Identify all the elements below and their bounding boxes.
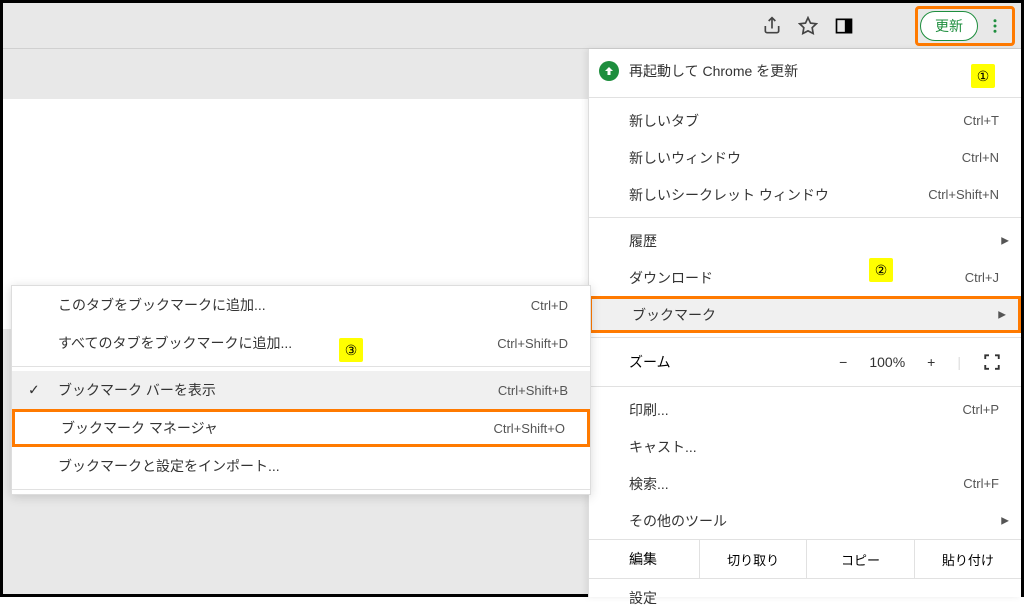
zoom-controls: − 100% + | <box>839 353 1021 371</box>
panel-icon[interactable] <box>833 15 855 37</box>
menu-settings[interactable]: 設定 <box>589 579 1021 616</box>
update-and-more-highlight: 更新 <box>915 6 1015 46</box>
menu-label: 新しいウィンドウ <box>629 148 962 168</box>
edit-paste-button[interactable]: 貼り付け <box>914 540 1021 578</box>
menu-label: 印刷... <box>629 400 963 420</box>
submenu-arrow-icon: ▶ <box>1001 515 1009 526</box>
menu-label: 新しいシークレット ウィンドウ <box>629 185 928 205</box>
chrome-menu: 再起動して Chrome を更新 新しいタブ Ctrl+T 新しいウィンドウ C… <box>588 49 1021 597</box>
edit-copy-button[interactable]: コピー <box>806 540 913 578</box>
menu-label: 設定 <box>629 588 999 608</box>
bookmarks-submenu: このタブをブックマークに追加... Ctrl+D すべてのタブをブックマークに追… <box>11 285 591 495</box>
menu-label: ダウンロード <box>629 268 965 288</box>
menu-shortcut: Ctrl+P <box>963 402 999 417</box>
menu-shortcut: Ctrl+J <box>965 270 999 285</box>
zoom-in-button[interactable]: + <box>927 354 935 370</box>
annotation-marker-1: ① <box>971 64 995 88</box>
more-menu-button[interactable] <box>980 11 1010 41</box>
menu-shortcut: Ctrl+T <box>963 113 999 128</box>
check-icon: ✓ <box>28 382 40 399</box>
annotation-marker-3: ③ <box>339 338 363 362</box>
menu-new-incognito[interactable]: 新しいシークレット ウィンドウ Ctrl+Shift+N <box>589 176 1021 213</box>
menu-shortcut: Ctrl+Shift+N <box>928 187 999 202</box>
submenu-shortcut: Ctrl+Shift+O <box>493 421 565 436</box>
submenu-show-bookmarks-bar[interactable]: ✓ ブックマーク バーを表示 Ctrl+Shift+B <box>12 371 590 409</box>
share-icon[interactable] <box>761 15 783 37</box>
submenu-arrow-icon: ▶ <box>998 309 1006 320</box>
annotation-marker-2: ② <box>869 258 893 282</box>
menu-label: 新しいタブ <box>629 111 963 131</box>
menu-label: ブックマーク <box>632 305 996 325</box>
submenu-arrow-icon: ▶ <box>1001 235 1009 246</box>
submenu-add-all-bookmarks[interactable]: すべてのタブをブックマークに追加... Ctrl+Shift+D <box>12 324 590 362</box>
submenu-shortcut: Ctrl+Shift+B <box>498 383 568 398</box>
menu-shortcut: Ctrl+N <box>962 150 999 165</box>
menu-zoom: ズーム − 100% + | <box>589 342 1021 382</box>
menu-more-tools[interactable]: その他のツール ▶ <box>589 502 1021 539</box>
submenu-separator <box>12 489 590 490</box>
submenu-shortcut: Ctrl+D <box>531 298 568 313</box>
update-arrow-icon <box>599 61 619 81</box>
menu-print[interactable]: 印刷... Ctrl+P <box>589 391 1021 428</box>
fullscreen-icon[interactable] <box>983 353 1001 371</box>
submenu-label: このタブをブックマークに追加... <box>58 295 531 315</box>
menu-label: ズーム <box>589 352 839 372</box>
update-label: 更新 <box>935 16 963 36</box>
menu-edit-row: 編集 切り取り コピー 貼り付け <box>589 539 1021 579</box>
menu-find[interactable]: 検索... Ctrl+F <box>589 465 1021 502</box>
submenu-label: ブックマーク バーを表示 <box>58 380 498 400</box>
submenu-add-bookmark[interactable]: このタブをブックマークに追加... Ctrl+D <box>12 286 590 324</box>
menu-label: 検索... <box>629 474 963 494</box>
menu-separator <box>589 97 1021 98</box>
menu-label: 再起動して Chrome を更新 <box>629 61 999 81</box>
menu-label: その他のツール <box>629 511 999 531</box>
edit-cut-button[interactable]: 切り取り <box>699 540 806 578</box>
submenu-shortcut: Ctrl+Shift+D <box>497 336 568 351</box>
menu-label: 履歴 <box>629 231 999 251</box>
menu-bookmarks[interactable]: ブックマーク ▶ <box>589 296 1021 333</box>
submenu-separator <box>12 366 590 367</box>
menu-separator <box>589 337 1021 338</box>
menu-cast[interactable]: キャスト... <box>589 428 1021 465</box>
submenu-import-bookmarks[interactable]: ブックマークと設定をインポート... <box>12 447 590 485</box>
menu-label: 編集 <box>589 540 699 578</box>
menu-new-tab[interactable]: 新しいタブ Ctrl+T <box>589 102 1021 139</box>
menu-restart-update[interactable]: 再起動して Chrome を更新 <box>589 49 1021 93</box>
browser-toolbar: 更新 <box>3 3 1021 49</box>
update-button[interactable]: 更新 <box>920 11 978 41</box>
zoom-out-button[interactable]: − <box>839 354 847 370</box>
submenu-label: ブックマーク マネージャ <box>61 418 493 438</box>
star-icon[interactable] <box>797 15 819 37</box>
menu-separator <box>589 386 1021 387</box>
menu-downloads[interactable]: ダウンロード Ctrl+J <box>589 259 1021 296</box>
menu-history[interactable]: 履歴 ▶ <box>589 222 1021 259</box>
menu-shortcut: Ctrl+F <box>963 476 999 491</box>
menu-separator <box>589 217 1021 218</box>
menu-label: キャスト... <box>629 437 999 457</box>
submenu-label: すべてのタブをブックマークに追加... <box>58 333 497 353</box>
submenu-bookmark-manager[interactable]: ブックマーク マネージャ Ctrl+Shift+O <box>12 409 590 447</box>
menu-new-window[interactable]: 新しいウィンドウ Ctrl+N <box>589 139 1021 176</box>
submenu-label: ブックマークと設定をインポート... <box>58 456 568 476</box>
zoom-value: 100% <box>869 354 905 370</box>
